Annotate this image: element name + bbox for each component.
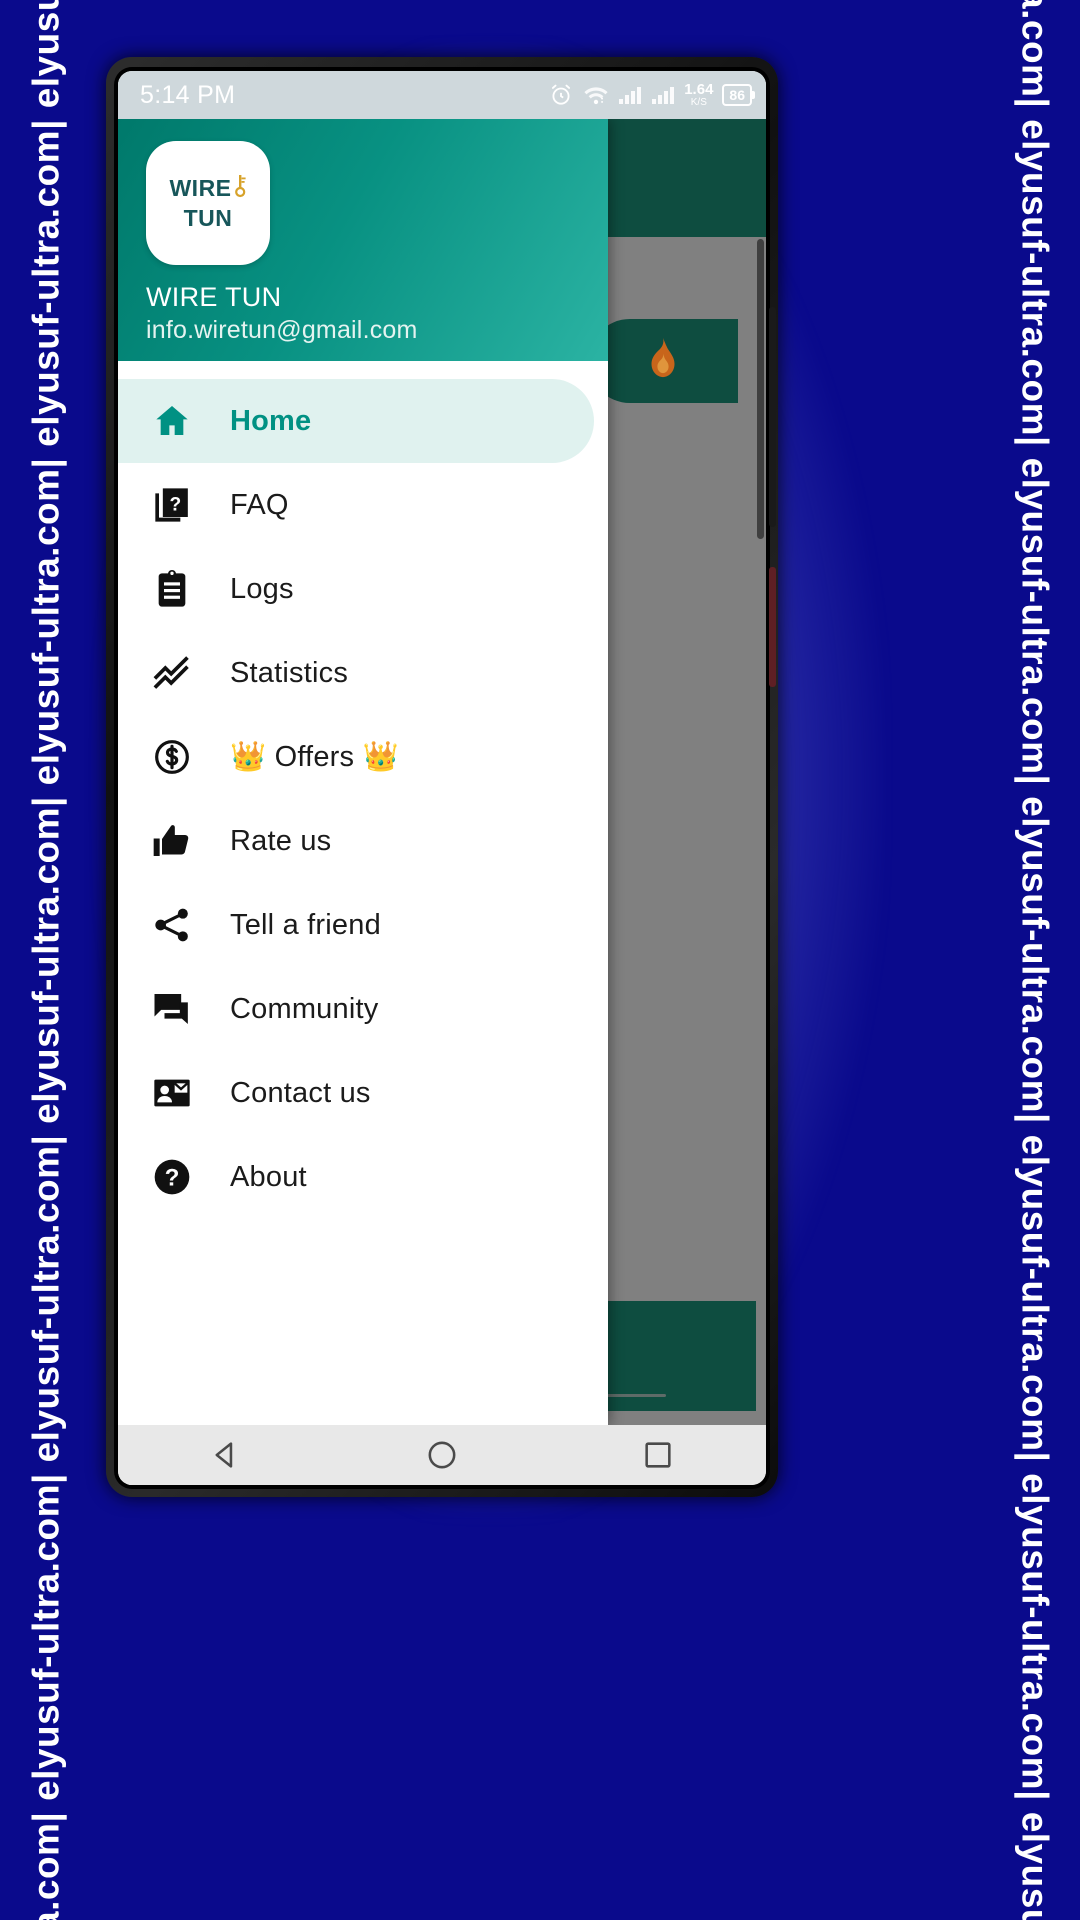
help-circle-icon: ? [152,1157,198,1197]
menu-item-logs[interactable]: Logs [118,547,594,631]
background-scrollbar[interactable] [757,239,764,539]
phone-device: 5:14 PM 1.64 K/S 86 WIRE TUN WIRE TUN in… [106,57,778,1497]
menu-item-label: FAQ [230,488,289,521]
forum-icon [152,989,198,1029]
power-button[interactable] [769,567,776,687]
menu-item-label: Home [230,404,312,437]
signal-bars-icon [618,85,642,105]
menu-item-offers[interactable]: 👑 Offers 👑 [118,715,594,799]
thumbs-up-icon [152,821,198,861]
data-speed-value: 1.64 [684,81,714,98]
menu-item-contact-us[interactable]: Contact us [118,1051,594,1135]
home-icon [152,401,198,441]
menu-item-tell-a-friend[interactable]: Tell a friend [118,883,594,967]
menu-item-faq[interactable]: ? FAQ [118,463,594,547]
menu-item-community[interactable]: Community [118,967,594,1051]
navigation-drawer: WIRE TUN WIRE TUN info.wiretun@gmail.com… [118,119,608,1425]
menu-item-home[interactable]: Home [118,379,594,463]
menu-item-about[interactable]: ? About [118,1135,594,1219]
menu-item-label: About [230,1160,307,1193]
menu-item-label: Logs [230,572,294,605]
drawer-header: WIRE TUN WIRE TUN info.wiretun@gmail.com [118,119,608,361]
phone-bezel: 5:14 PM 1.64 K/S 86 WIRE TUN WIRE TUN in… [114,67,776,1489]
faq-icon: ? [152,485,198,525]
share-icon [152,905,198,945]
back-triangle-icon[interactable] [209,1438,243,1472]
menu-item-statistics[interactable]: Statistics [118,631,594,715]
dollar-circle-icon [152,737,198,777]
app-logo: WIRE TUN [146,141,270,265]
clipboard-icon [152,569,198,609]
flame-icon [643,336,683,387]
android-navigation-bar [118,1425,766,1485]
svg-text:?: ? [165,1164,180,1191]
status-icons: 1.64 K/S 86 [548,82,755,108]
alarm-icon [548,82,574,108]
data-speed-indicator: 1.64 K/S [684,82,713,108]
background-flame-pill[interactable] [588,319,738,403]
menu-item-label: Rate us [230,824,332,857]
battery-indicator: 86 [722,84,755,106]
recents-square-icon[interactable] [641,1438,675,1472]
svg-text:?: ? [169,494,181,515]
phone-screen: 5:14 PM 1.64 K/S 86 WIRE TUN WIRE TUN in… [118,71,766,1485]
data-speed-unit: K/S [690,97,707,108]
volume-button[interactable] [769,307,776,527]
contact-mail-icon [152,1073,198,1113]
watermark-text: elyusuf-ultra.com| elyusuf-ultra.com| el… [25,0,66,1920]
key-icon [234,174,247,204]
menu-item-rate-us[interactable]: Rate us [118,799,594,883]
watermark-rail-right: elyusuf-ultra.com| elyusuf-ultra.com| el… [988,0,1080,1920]
menu-item-label: Statistics [230,656,349,689]
app-logo-line2: TUN [183,204,233,231]
menu-item-label: 👑 Offers 👑 [230,741,399,773]
drawer-account-name: WIRE TUN [146,282,282,312]
watermark-text: elyusuf-ultra.com| elyusuf-ultra.com| el… [1014,0,1055,1920]
drawer-account-email: info.wiretun@gmail.com [146,316,418,344]
menu-item-label: Tell a friend [230,908,381,941]
menu-item-label: Community [230,992,379,1025]
menu-item-label: Contact us [230,1076,371,1109]
app-logo-line1: WIRE [169,174,247,204]
signal-bars-icon [651,85,675,105]
drawer-menu: Home ? FAQ Logs Statistics 👑 Offers 👑 Ra… [118,361,608,1425]
status-time: 5:14 PM [140,80,236,109]
app-logo-wire-text: WIRE [169,174,232,201]
watermark-rail-left: elyusuf-ultra.com| elyusuf-ultra.com| el… [0,0,92,1920]
chart-line-icon [152,653,198,693]
home-circle-icon[interactable] [425,1438,459,1472]
status-bar: 5:14 PM 1.64 K/S 86 [118,71,766,119]
wifi-icon [583,84,609,106]
